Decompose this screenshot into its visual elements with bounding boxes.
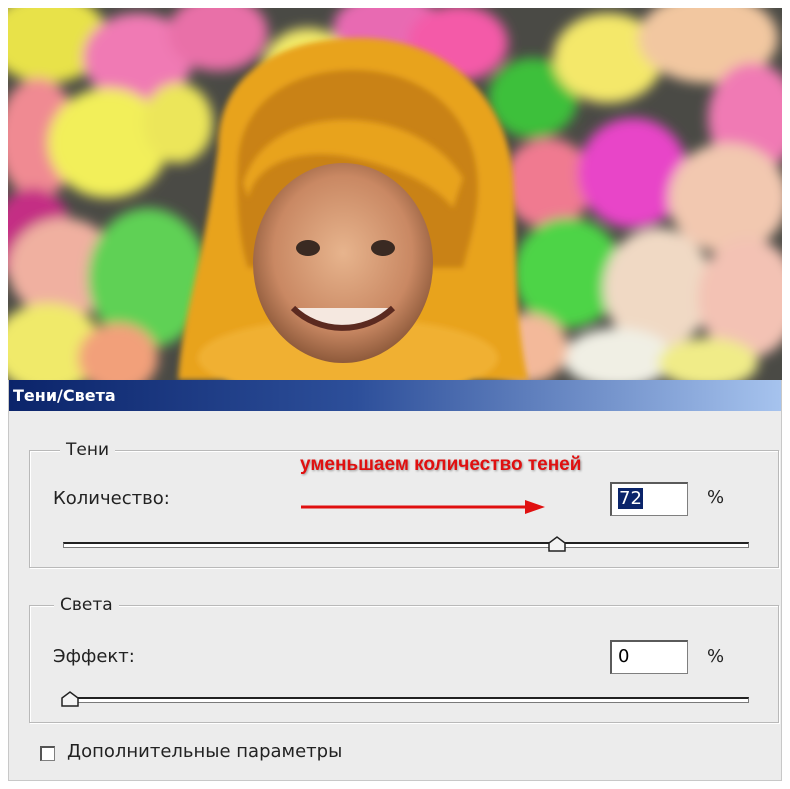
shadows-amount-slider-track[interactable] (63, 542, 749, 548)
highlights-amount-slider-thumb[interactable] (61, 691, 79, 707)
shadows-amount-input[interactable]: 72 (610, 482, 688, 516)
dialog-title[interactable]: Тени/Света (9, 380, 781, 411)
shadows-percent-unit: % (707, 487, 725, 508)
shadows-legend: Тени (60, 440, 116, 460)
shadows-amount-label: Количество: (53, 488, 170, 509)
annotation-arrow (301, 500, 545, 514)
photo-preview (8, 8, 782, 380)
more-options-label[interactable]: Дополнительные параметры (67, 741, 342, 762)
shadows-highlights-dialog: Тени/Света Тени Количество: уменьшаем ко… (8, 380, 782, 781)
annotation-text: уменьшаем количество теней (300, 454, 582, 475)
highlights-legend: Света (54, 595, 119, 615)
highlights-amount-label: Эффект: (53, 646, 135, 667)
highlights-amount-input[interactable]: 0 (610, 640, 688, 674)
photo-child-with-chicks (8, 8, 782, 380)
more-options-checkbox[interactable] (40, 746, 55, 761)
shadows-amount-slider-thumb[interactable] (548, 536, 566, 552)
highlights-amount-slider-track[interactable] (63, 697, 749, 703)
highlights-percent-unit: % (707, 646, 725, 667)
shadows-amount-value: 72 (618, 488, 643, 509)
